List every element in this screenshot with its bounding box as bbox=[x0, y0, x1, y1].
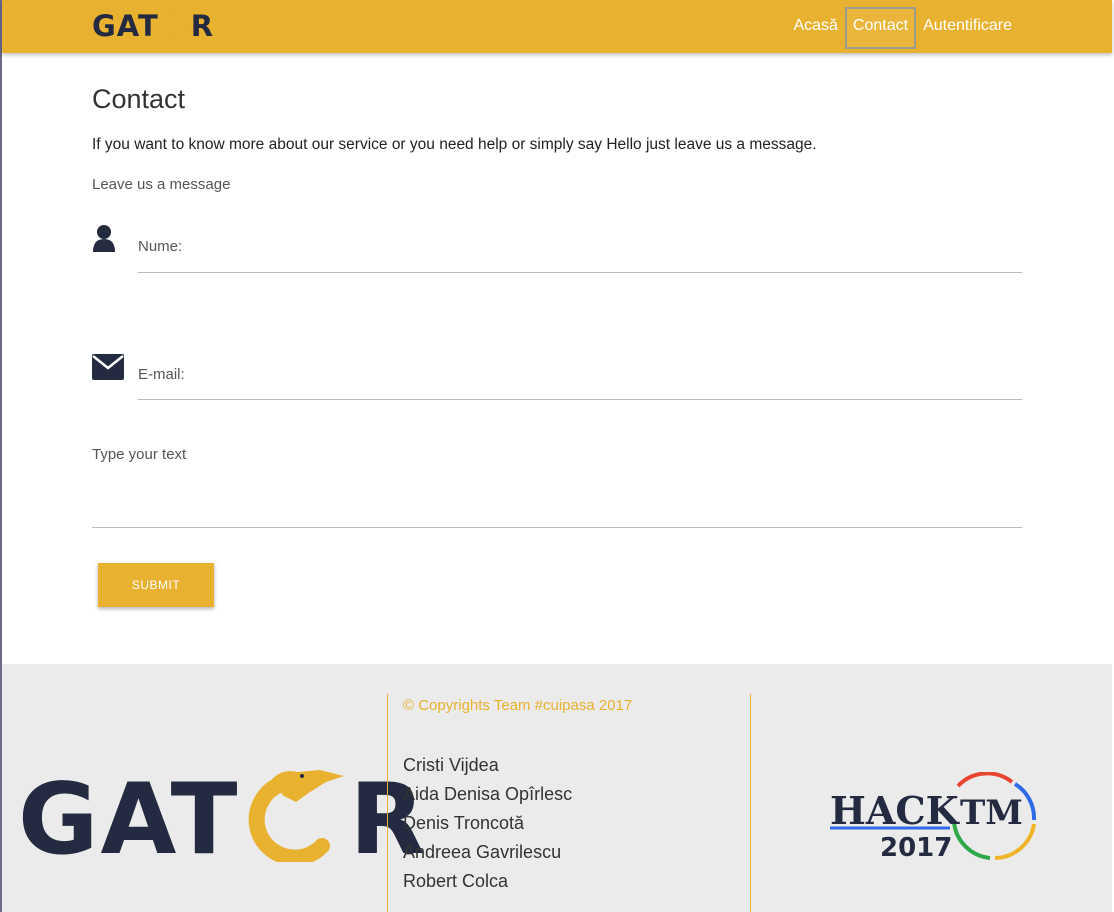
gator-logo[interactable]: GAT R bbox=[92, 8, 215, 45]
hack-word: HACK bbox=[830, 788, 961, 833]
page-title: Contact bbox=[92, 84, 186, 114]
message-label: Type your text bbox=[92, 446, 187, 463]
user-icon bbox=[92, 224, 116, 259]
message-underline bbox=[92, 527, 1022, 528]
footer-divider-right bbox=[750, 694, 751, 912]
team-member: Aida Denisa Opîrlesc bbox=[403, 784, 573, 804]
tm-word: TM bbox=[960, 793, 1023, 833]
crocodile-icon bbox=[160, 8, 190, 45]
navbar: GAT R Acasă Contact Autentificare bbox=[2, 0, 1112, 53]
nav-link-login[interactable]: Autentificare bbox=[919, 7, 1016, 45]
logo-text-part: R bbox=[190, 9, 215, 43]
logo-text-part: GAT bbox=[92, 9, 159, 43]
hacktm-logo: HACK TM 2017 bbox=[830, 771, 1040, 867]
copyright-text: © Copyrights Team #cuipasa 2017 bbox=[403, 697, 633, 714]
name-label: Nume: bbox=[138, 238, 183, 255]
message-textarea[interactable]: Type your text bbox=[92, 446, 1022, 528]
form-subtitle: Leave us a message bbox=[92, 176, 231, 193]
nav-link-contact[interactable]: Contact bbox=[844, 7, 917, 49]
email-field[interactable]: E-mail: bbox=[92, 354, 1022, 404]
team-member: Robert Colca bbox=[403, 871, 509, 891]
crocodile-icon bbox=[240, 762, 350, 878]
email-label: E-mail: bbox=[138, 366, 185, 383]
gator-logo-large: GAT R bbox=[18, 762, 427, 878]
nav-links: Acasă Contact Autentificare bbox=[789, 7, 1016, 49]
email-underline bbox=[138, 399, 1022, 400]
team-member: Cristi Vijdea bbox=[403, 755, 499, 775]
footer: GAT R © Copyrights Team #cuipasa 2017 Cr… bbox=[2, 664, 1112, 912]
envelope-icon bbox=[92, 354, 124, 385]
logo-text-part: GAT bbox=[18, 763, 240, 877]
footer-divider-left bbox=[387, 694, 388, 912]
team-member: Denis Troncotă bbox=[403, 813, 525, 833]
name-field[interactable]: Nume: bbox=[92, 224, 1022, 274]
name-underline bbox=[138, 272, 1022, 273]
intro-text: If you want to know more about our servi… bbox=[92, 136, 817, 153]
team-list: Cristi Vijdea Aida Denisa Opîrlesc Denis… bbox=[403, 754, 572, 899]
nav-link-home[interactable]: Acasă bbox=[789, 7, 841, 45]
team-member: Andreea Gavrilescu bbox=[403, 842, 562, 862]
hack-year: 2017 bbox=[880, 833, 952, 862]
submit-button[interactable]: SUBMIT bbox=[98, 563, 214, 607]
